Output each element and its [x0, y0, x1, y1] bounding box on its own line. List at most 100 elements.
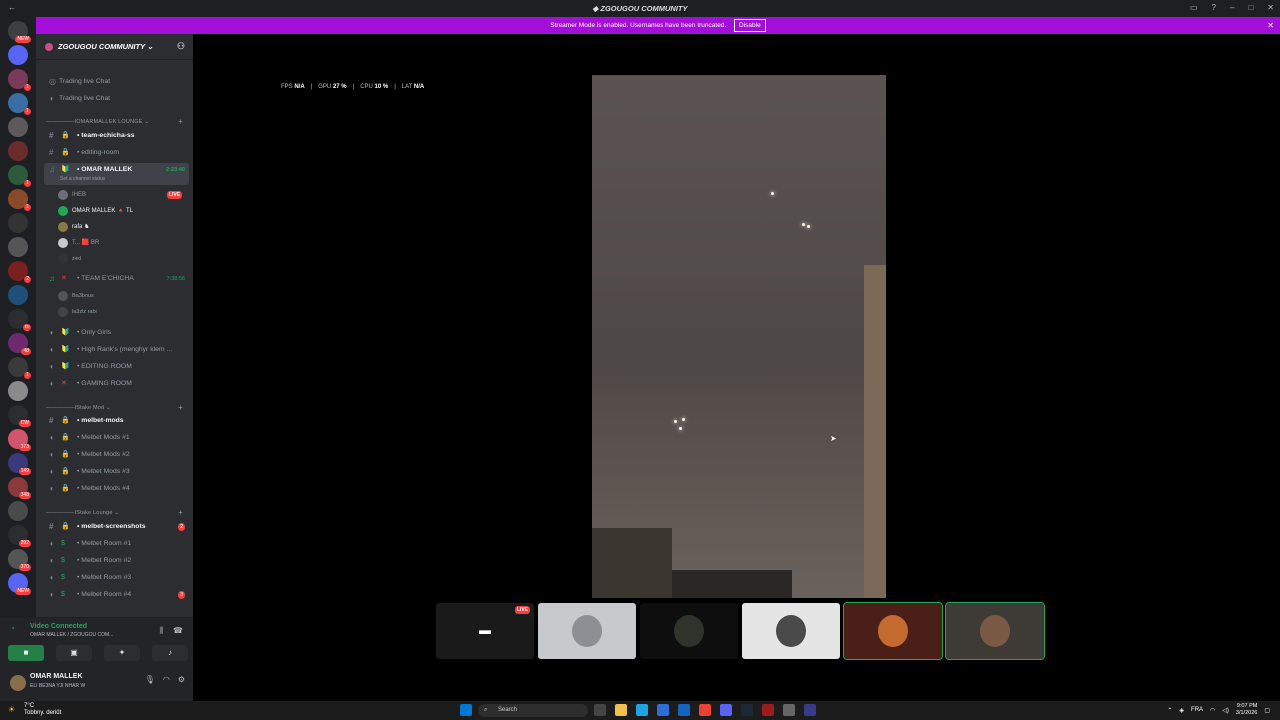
participant-tile[interactable]: [945, 602, 1045, 660]
server-icon[interactable]: [8, 237, 28, 257]
voice-melbet-room-2[interactable]: ◖ $ • Melbet Room #2: [44, 554, 189, 568]
voice-high-ranks[interactable]: ◖ 🔰 • High Rank's (menghyr klem ...: [44, 343, 189, 357]
server-icon[interactable]: 1: [8, 189, 31, 211]
channel-trading-live-chat-1[interactable]: ◎ Trading live Chat: [44, 75, 189, 89]
voice-channel-path[interactable]: OMAR MALLEK / ZGOUGOU COM...: [30, 632, 113, 638]
voice-user[interactable]: Ba3bous: [58, 289, 188, 303]
disable-button[interactable]: Disable: [734, 19, 766, 32]
steam-icon[interactable]: [741, 704, 753, 716]
server-icon[interactable]: rs: [8, 309, 31, 331]
channel-editing-room[interactable]: # 🔒 • editing-room: [44, 146, 189, 160]
noise-suppression-icon[interactable]: ⫼: [159, 626, 163, 636]
discord-icon[interactable]: [720, 704, 732, 716]
soundboard-button[interactable]: ♪: [152, 645, 188, 661]
stream-video[interactable]: [592, 75, 886, 598]
participant-tile[interactable]: LIVE ▬: [436, 603, 534, 659]
server-icon[interactable]: 292: [8, 525, 31, 547]
close-banner-icon[interactable]: ✕: [1267, 17, 1274, 34]
category-stake-mod[interactable]: —————IStake Mod ⌄ +: [46, 403, 191, 412]
server-icon[interactable]: [8, 117, 28, 137]
server-icon[interactable]: NEW: [8, 21, 31, 43]
settings-icon[interactable]: ⚙: [178, 675, 185, 684]
taskbar-search[interactable]: ⌕ Search: [478, 704, 588, 717]
server-icon[interactable]: 1: [8, 69, 31, 91]
category-stake-lounge[interactable]: —————IStake Lounge ⌄ +: [46, 508, 191, 517]
server-icon[interactable]: [8, 501, 28, 521]
voice-user[interactable]: zied: [58, 252, 188, 266]
minimize-button[interactable]: –: [1230, 3, 1234, 12]
voice-user[interactable]: OMAR MALLEK 🔺 TL: [58, 204, 188, 218]
app-icon[interactable]: [804, 704, 816, 716]
network-icon[interactable]: ◈: [1179, 707, 1184, 714]
server-icon[interactable]: [8, 285, 28, 305]
start-icon[interactable]: [460, 704, 472, 716]
voice-melbet-mods-3[interactable]: ◖ 🔒 • Melbet Mods #3: [44, 465, 189, 479]
file-explorer-icon[interactable]: [615, 704, 627, 716]
app-icon[interactable]: [762, 704, 774, 716]
server-icon[interactable]: [8, 141, 28, 161]
add-member-icon[interactable]: ⚇: [177, 41, 185, 52]
server-icon[interactable]: [8, 213, 28, 233]
participant-tile[interactable]: [538, 603, 636, 659]
server-icon[interactable]: 2: [8, 261, 31, 283]
voice-user[interactable]: rafa ♞: [58, 220, 188, 234]
headphones-icon[interactable]: ◠: [163, 675, 170, 684]
language-indicator[interactable]: FRA: [1191, 707, 1203, 713]
inbox-icon[interactable]: ▭: [1190, 3, 1198, 12]
channel-melbet-screenshots[interactable]: # 🔒 • melbet-screenshots 2: [44, 520, 189, 534]
screen-share-button[interactable]: ▣: [56, 645, 92, 661]
activities-button[interactable]: ✦: [104, 645, 140, 661]
voice-user[interactable]: la3zlz rabi: [58, 305, 188, 319]
server-icon[interactable]: CW: [8, 405, 31, 427]
volume-icon[interactable]: ◁): [1222, 707, 1229, 714]
add-channel-icon[interactable]: +: [178, 117, 183, 126]
channel-team-echicha-ss[interactable]: # 🔒 • team-echicha-ss: [44, 129, 189, 143]
voice-melbet-room-4[interactable]: ◖ $ • Melbet Room #4 3: [44, 588, 189, 602]
voice-melbet-mods-4[interactable]: ◖ 🔒 • Melbet Mods #4: [44, 482, 189, 496]
voice-user[interactable]: IHEB LIVE: [58, 188, 188, 202]
voice-melbet-room-3[interactable]: ◖ $ • Melbet Room #3: [44, 571, 189, 585]
voice-omar-mallek[interactable]: ♫ 🔰 • OMAR MALLEK 2:23:40 Set a channel st…: [44, 163, 189, 185]
server-icon[interactable]: [8, 45, 28, 65]
username[interactable]: OMAR MALLEK: [30, 673, 83, 680]
voice-melbet-mods-2[interactable]: ◖ 🔒 • Melbet Mods #2: [44, 448, 189, 462]
server-icon[interactable]: 149: [8, 453, 31, 475]
voice-melbet-room-1[interactable]: ◖ $ • Melbet Room #1: [44, 537, 189, 551]
maximize-button[interactable]: □: [1248, 3, 1253, 12]
close-window-button[interactable]: ✕: [1267, 3, 1274, 12]
store-icon[interactable]: [657, 704, 669, 716]
server-icon[interactable]: 370: [8, 549, 31, 571]
disconnect-icon[interactable]: ☎: [173, 626, 183, 635]
server-icon[interactable]: 373: [8, 429, 31, 451]
voice-editing-room[interactable]: ◖ 🔰 • EDITING ROOM: [44, 360, 189, 374]
mail-icon[interactable]: [678, 704, 690, 716]
microphone-icon[interactable]: 🎙: [145, 675, 155, 684]
settings-app-icon[interactable]: [783, 704, 795, 716]
channel-melbet-mods[interactable]: # 🔒 • melbet-mods: [44, 414, 189, 428]
help-icon[interactable]: ?: [1212, 3, 1216, 12]
server-icon[interactable]: NEW: [8, 573, 31, 595]
voice-only-girls[interactable]: ◖ 🔰 • Only Girls: [44, 326, 189, 340]
edge-icon[interactable]: [636, 704, 648, 716]
participant-tile[interactable]: [843, 602, 943, 660]
weather-widget[interactable]: 7°C Tobbny. deriűt: [24, 703, 61, 717]
participant-tile[interactable]: [640, 603, 738, 659]
server-icon[interactable]: 1: [8, 165, 31, 187]
server-icon[interactable]: 1: [8, 93, 31, 115]
voice-user[interactable]: T... 🟥 BR: [58, 236, 188, 250]
category-omarmallek-lounge[interactable]: —————IOMARMALLEK LOUNGE ⌄ +: [46, 117, 191, 126]
participant-tile[interactable]: [742, 603, 840, 659]
server-icon[interactable]: 48: [8, 333, 31, 355]
voice-gaming-room[interactable]: ◖ ✕ • GAMING ROOM: [44, 377, 189, 391]
task-view-icon[interactable]: [594, 704, 606, 716]
channel-trading-live-chat-2[interactable]: ◖ Trading live Chat: [44, 92, 189, 106]
clock[interactable]: 9:07 PM 3/1/2026: [1236, 703, 1257, 717]
guild-header[interactable]: ZGOUGOU COMMUNITY ⌄ ⚇: [36, 34, 193, 60]
chevron-up-icon[interactable]: ⌃: [1167, 707, 1172, 714]
server-icon[interactable]: [8, 381, 28, 401]
avatar[interactable]: [10, 675, 26, 691]
voice-melbet-mods-1[interactable]: ◖ 🔒 • Melbet Mods #1: [44, 431, 189, 445]
camera-button[interactable]: ■: [8, 645, 44, 661]
weather-icon[interactable]: ☀: [8, 705, 15, 714]
server-icon[interactable]: 348: [8, 477, 31, 499]
